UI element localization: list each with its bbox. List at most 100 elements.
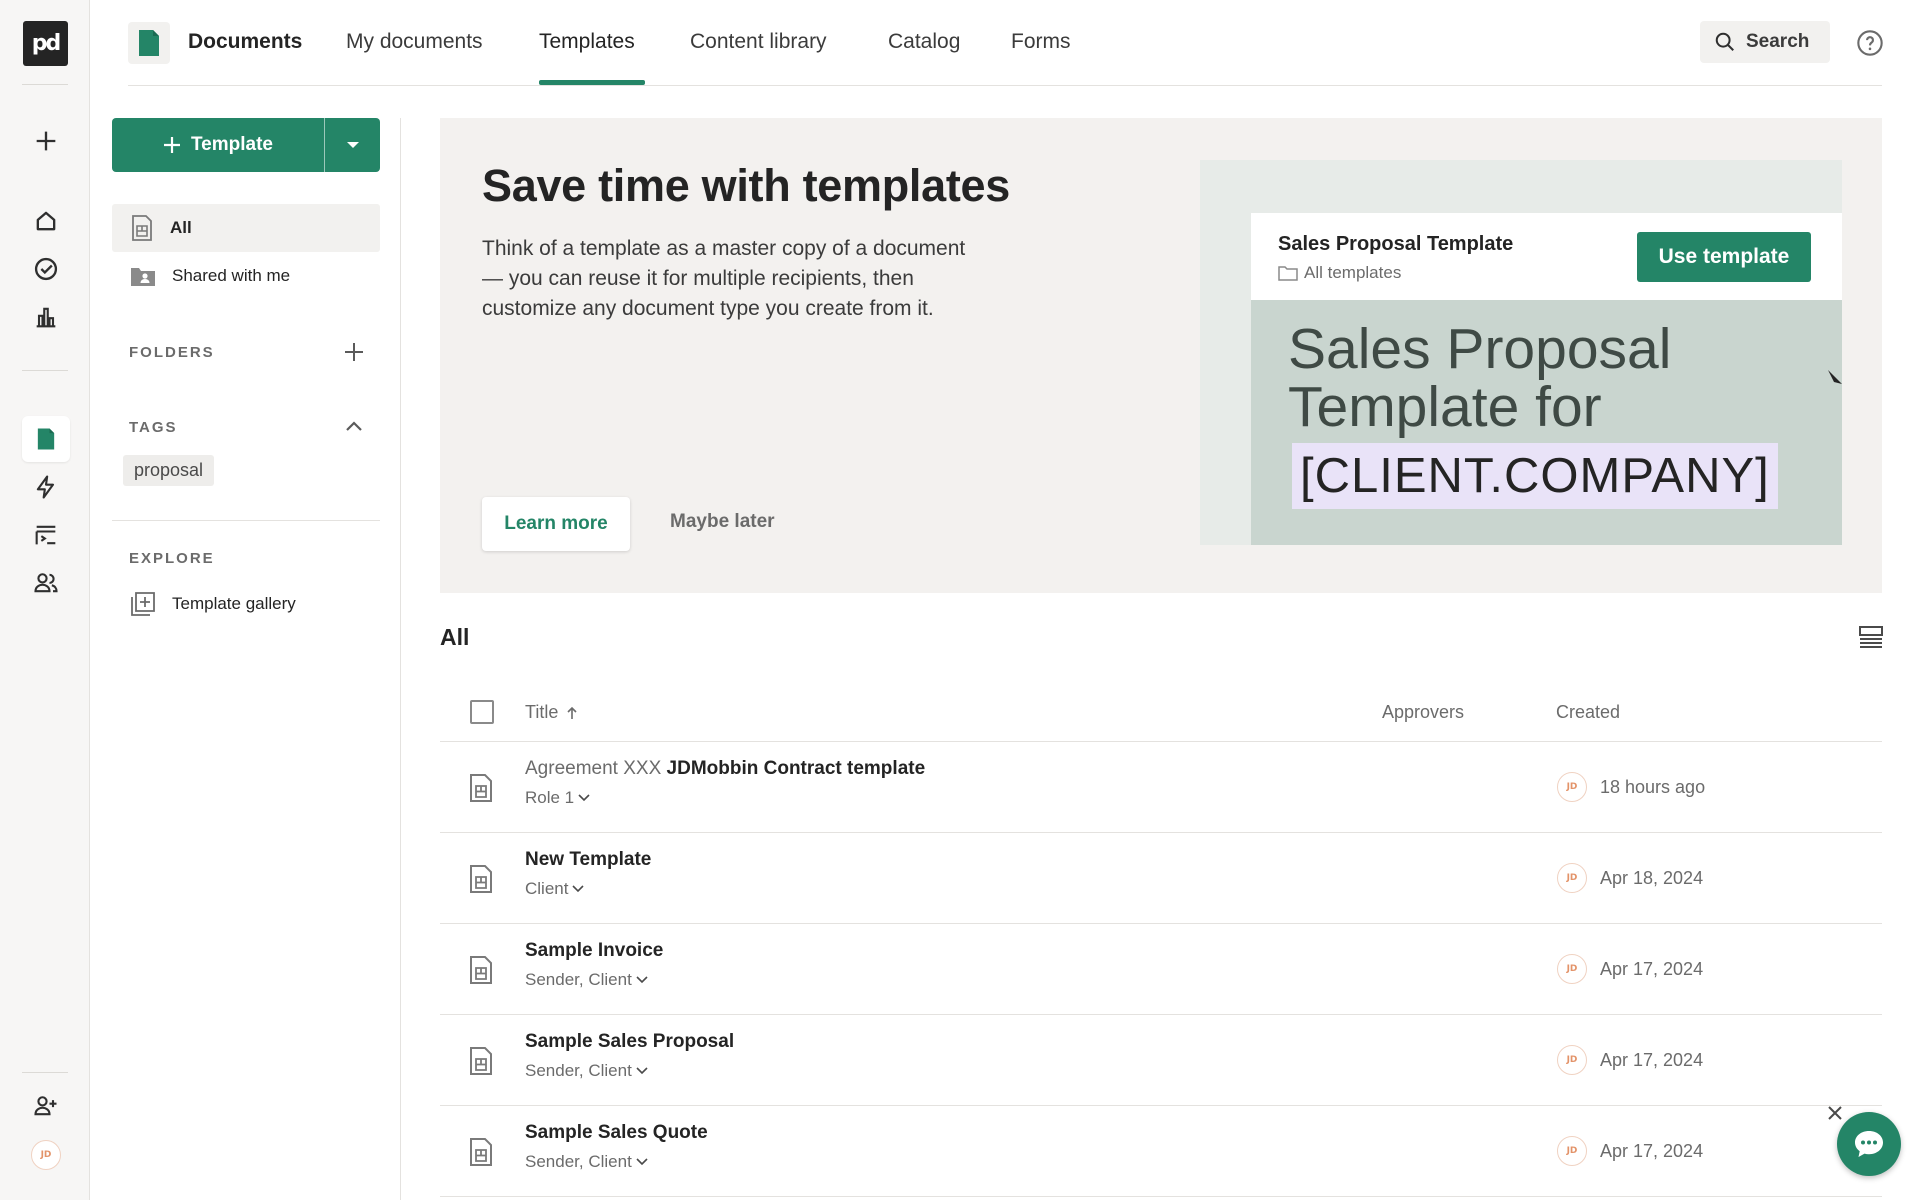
add-folder-icon[interactable] xyxy=(342,340,366,364)
close-icon[interactable] xyxy=(1826,1104,1844,1122)
document-icon xyxy=(37,428,55,450)
new-template-button[interactable]: Template xyxy=(112,118,325,172)
template-name: Sample Sales Quote xyxy=(525,1122,708,1143)
roles-dropdown[interactable]: Sender, Client xyxy=(525,970,648,990)
active-tab-indicator xyxy=(539,80,645,85)
search-label: Search xyxy=(1746,31,1810,52)
tab-catalog[interactable]: Catalog xyxy=(888,30,960,54)
new-template-split-button: Template xyxy=(112,118,380,172)
template-icon xyxy=(470,865,492,893)
tasks-button[interactable] xyxy=(22,246,70,292)
template-title[interactable]: Sample Sales Quote xyxy=(525,1122,708,1144)
template-name: JDMobbin Contract template xyxy=(666,758,926,779)
list-title: All xyxy=(440,624,470,650)
chat-launcher-button[interactable] xyxy=(1837,1112,1901,1176)
contacts-button[interactable] xyxy=(22,560,70,606)
chevron-down-icon xyxy=(636,976,648,984)
lightning-icon xyxy=(36,475,55,499)
tab-content-library[interactable]: Content library xyxy=(690,30,827,54)
tab-forms[interactable]: Forms xyxy=(1011,30,1071,54)
tags-heading: TAGS xyxy=(129,419,178,436)
roles-dropdown[interactable]: Client xyxy=(525,879,585,899)
sidebar-item-label: Template gallery xyxy=(172,594,296,613)
list-header: Title Approvers Created xyxy=(440,682,1882,742)
template-title[interactable]: Sample Invoice xyxy=(525,940,663,962)
sidebar-vertical-divider xyxy=(400,118,401,1200)
home-button[interactable] xyxy=(22,198,70,244)
creator-avatar: JD xyxy=(1557,1136,1587,1166)
roles-dropdown[interactable]: Role 1 xyxy=(525,788,590,808)
cursor-arrow-icon xyxy=(1828,370,1842,384)
maybe-later-button[interactable]: Maybe later xyxy=(670,511,775,533)
column-title-label: Title xyxy=(525,702,559,722)
sidebar-item-shared-with-me[interactable]: Shared with me xyxy=(112,252,380,300)
template-preview-illustration: Sales Proposal Template All templates Us… xyxy=(1200,160,1842,545)
top-navigation: Documents My documents Templates Content… xyxy=(128,0,1884,86)
folders-heading: FOLDERS xyxy=(129,344,215,361)
client-company-token: [CLIENT.COMPANY] xyxy=(1292,443,1778,509)
documents-button[interactable] xyxy=(22,416,70,462)
learn-more-button[interactable]: Learn more xyxy=(482,497,630,551)
search-button[interactable]: Search xyxy=(1700,21,1830,63)
pandadoc-logo[interactable]: pd xyxy=(23,21,68,66)
template-title-prefix: Agreement XXX xyxy=(525,758,662,779)
banner-description: Think of a template as a master copy of … xyxy=(482,237,966,320)
preview-header: Sales Proposal Template All templates Us… xyxy=(1251,213,1842,300)
template-title[interactable]: Sample Sales Proposal xyxy=(525,1031,734,1053)
template-row[interactable]: Sample Sales Proposal Sender, Client JD Apr… xyxy=(440,1015,1882,1106)
preview-subtitle-text: All templates xyxy=(1304,263,1402,282)
template-row[interactable]: Agreement XXX JDMobbin Contract template… xyxy=(440,742,1882,833)
column-approvers: Approvers xyxy=(1382,702,1465,722)
list-view-icon[interactable] xyxy=(1858,625,1884,649)
preview-big-text: Sales Proposal Template for xyxy=(1288,320,1671,436)
template-row[interactable]: New Template Client JD Apr 18, 2024 xyxy=(440,833,1882,924)
tag-chip-proposal[interactable]: proposal xyxy=(123,455,215,486)
created-date: Apr 17, 2024 xyxy=(1600,959,1704,979)
shared-folder-icon xyxy=(131,268,155,286)
tab-templates[interactable]: Templates xyxy=(539,30,635,54)
reports-button[interactable] xyxy=(22,294,70,340)
select-all-checkbox[interactable] xyxy=(470,700,494,724)
gallery-icon xyxy=(131,592,155,616)
templates-promo-banner: Save time with templates Think of a temp… xyxy=(440,118,1882,593)
tab-my-documents[interactable]: My documents xyxy=(346,30,483,54)
help-icon[interactable] xyxy=(1856,29,1884,57)
preview-subtitle: All templates xyxy=(1278,263,1401,283)
plus-icon xyxy=(36,131,56,151)
roles-label: Sender, Client xyxy=(525,1061,632,1080)
profile-button[interactable]: JD xyxy=(22,1132,70,1178)
chevron-up-icon[interactable] xyxy=(342,415,366,439)
people-icon xyxy=(34,573,58,593)
column-title[interactable]: Title xyxy=(525,702,578,723)
search-icon xyxy=(1715,32,1734,51)
sidebar-divider xyxy=(112,520,380,521)
chevron-down-icon xyxy=(572,885,585,893)
template-options-dropdown[interactable] xyxy=(325,118,380,172)
create-new-button[interactable] xyxy=(22,118,70,164)
created-date: Apr 17, 2024 xyxy=(1600,1050,1704,1070)
user-avatar: JD xyxy=(31,1140,61,1170)
created-date: Apr 18, 2024 xyxy=(1600,868,1704,888)
column-created[interactable]: Created xyxy=(1556,702,1620,723)
template-icon xyxy=(470,1047,492,1075)
chevron-down-icon xyxy=(636,1158,648,1166)
roles-dropdown[interactable]: Sender, Client xyxy=(525,1152,648,1172)
invite-user-button[interactable] xyxy=(22,1083,70,1129)
template-title[interactable]: New Template xyxy=(525,849,651,871)
roles-dropdown[interactable]: Sender, Client xyxy=(525,1061,648,1081)
template-title[interactable]: Agreement XXX JDMobbin Contract template xyxy=(525,758,925,780)
sidebar-item-label: All xyxy=(170,218,192,237)
created-date: Apr 17, 2024 xyxy=(1600,1141,1704,1161)
roles-label: Sender, Client xyxy=(525,1152,632,1171)
explore-heading: EXPLORE xyxy=(129,550,215,567)
template-row[interactable]: Sample Sales Quote Sender, Client JD Apr 17… xyxy=(440,1106,1882,1197)
caret-down-icon xyxy=(346,142,359,148)
creator-avatar: JD xyxy=(1557,1045,1587,1075)
sidebar-item-all[interactable]: All xyxy=(112,204,380,252)
template-row[interactable]: Sample Invoice Sender, Client JD Apr 17, 20… xyxy=(440,924,1882,1015)
sidebar-item-template-gallery[interactable]: Template gallery xyxy=(112,580,380,628)
automations-button[interactable] xyxy=(22,464,70,510)
creator-avatar: JD xyxy=(1557,954,1587,984)
template-icon xyxy=(470,1138,492,1166)
forms-button[interactable] xyxy=(22,512,70,558)
